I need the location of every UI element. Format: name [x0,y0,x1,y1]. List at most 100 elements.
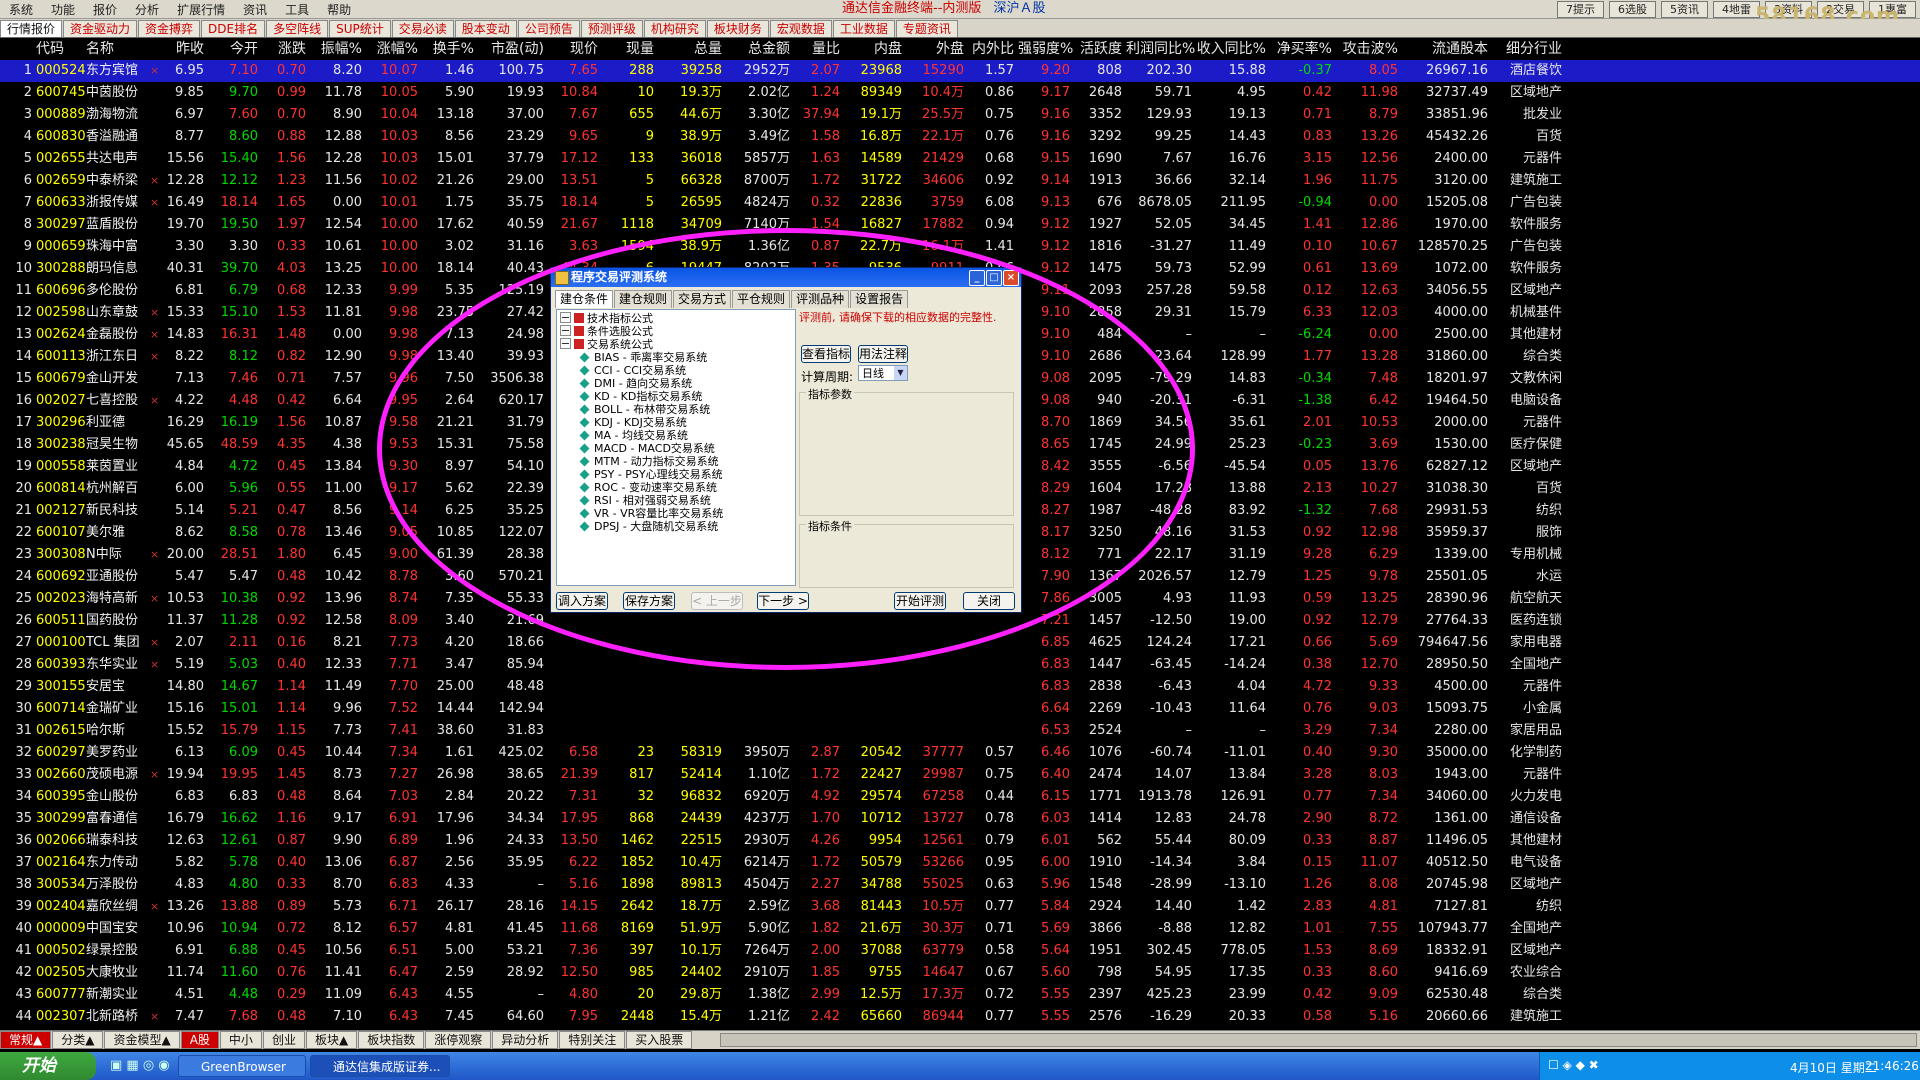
tab-report[interactable]: 设置报告 [850,290,909,308]
col-header-jml[interactable]: 净买率% [1270,38,1336,60]
tab-9[interactable]: 预测评级 [580,20,643,37]
menu-analysis[interactable]: 分析 [126,1,168,18]
close-icon[interactable]: × [1003,270,1019,286]
table-row[interactable]: 29 300155 安居宝 14.80 14.67 1.14 11.49 7.70 25.00 4… [0,676,1920,698]
tab-4[interactable]: 多空阵线 [266,20,329,37]
collapse-icon[interactable] [560,338,571,349]
dialog-titlebar[interactable]: 程序交易评测系统 _ □ × [551,268,1021,287]
table-row[interactable]: 9 000659 珠海中富 3.30 3.30 0.33 10.61 10.00 3.02 31.… [0,236,1920,258]
col-header-wp[interactable]: 外盘 [906,38,968,60]
tree-item-1[interactable]: CCI - CCI交易系统 [577,364,686,377]
col-header-lb[interactable]: 量比 [794,38,844,60]
tab-10[interactable]: 机构研究 [643,20,706,37]
maximize-icon[interactable]: □ [986,270,1002,286]
col-header-hyd[interactable]: 活跃度 [1074,38,1126,60]
table-row[interactable]: 6 002659 中泰桥梁 12.28 12.12 1.23 11.56 10.02 21.26… [0,170,1920,192]
table-row[interactable]: 42 002505 大康牧业 11.74 11.60 0.76 11.41 6.47 2.59 2… [0,962,1920,984]
col-header-nwb[interactable]: 内外比 [968,38,1018,60]
start-eval-button[interactable]: 开始评测 [894,592,946,610]
tab-7[interactable]: 股本变动 [454,20,517,37]
bottom-tab-1[interactable]: 分类▲ [52,1031,104,1049]
tree-item-7[interactable]: MACD - MACD交易系统 [577,442,715,455]
bottom-tab-6[interactable]: 板块▲ [305,1031,358,1049]
table-row[interactable]: 4 600830 香溢融通 8.77 8.60 0.88 12.88 10.03 8.56 23.… [0,126,1920,148]
menu-extended[interactable]: 扩展行情 [168,1,234,18]
minimize-icon[interactable]: _ [969,270,985,286]
col-header-lrtb[interactable]: 利润同比% [1126,38,1196,60]
tree-item-13[interactable]: DPSJ - 大盘随机交易系统 [577,520,718,533]
col-header-hy[interactable]: 细分行业 [1492,38,1566,60]
menu-help[interactable]: 帮助 [318,1,360,18]
prev-step-button[interactable]: < 上一步 [691,592,743,610]
tab-12[interactable]: 宏观数据 [769,20,832,37]
tab-5[interactable]: SUP统计 [329,20,391,37]
col-header-gjb[interactable]: 攻击波% [1336,38,1402,60]
table-row[interactable]: 28 600393 东华实业 5.19 5.03 0.40 12.33 7.71 3.47 85.… [0,654,1920,676]
tab-1[interactable]: 资金驱动力 [63,20,138,37]
next-step-button[interactable]: 下一步 > [757,592,809,610]
bottom-tab-4[interactable]: 中小 [219,1031,262,1049]
stock-pick-button[interactable]: 6选股 [1609,1,1656,18]
tree-item-12[interactable]: VR - VR容量比率交易系统 [577,507,723,520]
tree-item-6[interactable]: MA - 均线交易系统 [577,429,688,442]
tree-root-1[interactable]: 条件选股公式 [560,325,653,338]
bottom-tab-0[interactable]: 常规▲ [0,1031,52,1049]
table-row[interactable]: 7 600633 浙报传媒 16.49 18.14 1.65 0.00 10.01 1.75 35… [0,192,1920,214]
collapse-icon[interactable] [560,325,571,336]
col-header-np[interactable]: 内盘 [844,38,906,60]
table-row[interactable]: 3 000889 渤海物流 6.97 7.60 0.70 8.90 10.04 13.18 37.… [0,104,1920,126]
tree-root-2[interactable]: 交易系统公式 [560,338,653,351]
tree-item-0[interactable]: BIAS - 乖离率交易系统 [577,351,707,364]
tree-root-0[interactable]: 技术指标公式 [560,312,653,325]
tree-item-10[interactable]: ROC - 变动速率交易系统 [577,481,717,494]
horizontal-scrollbar[interactable] [720,1033,1917,1047]
menu-quote[interactable]: 报价 [84,1,126,18]
table-row[interactable]: 39 002404 嘉欣丝绸 13.26 13.88 0.89 5.73 6.71 26.17 2… [0,896,1920,918]
table-row[interactable]: 1 000524 东方宾馆 6.95 7.10 0.70 8.20 10.07 1.46 100.… [0,60,1920,82]
col-header-syl[interactable]: 市盈(动) [478,38,548,60]
table-row[interactable]: 26 600511 国药股份 11.37 11.28 0.92 12.58 8.09 3.40 2… [0,610,1920,632]
table-row[interactable]: 38 300534 万泽股份 4.83 4.80 0.33 8.70 6.83 4.33 – 5.1… [0,874,1920,896]
table-row[interactable]: 40 000009 中国宝安 10.96 10.94 0.72 8.12 6.57 4.81 41… [0,918,1920,940]
table-row[interactable]: 30 600714 金瑞矿业 15.16 15.01 1.14 9.96 7.52 14.44 1… [0,698,1920,720]
table-row[interactable]: 31 002615 哈尔斯 15.52 15.79 1.15 7.73 7.41 38.60 31… [0,720,1920,742]
col-header-zfp[interactable]: 涨幅% [366,38,422,60]
bottom-tab-11[interactable]: 买入股票 [626,1031,693,1049]
table-row[interactable]: 5 002655 共达电声 15.56 15.40 1.56 12.28 10.03 15.01… [0,148,1920,170]
tab-11[interactable]: 板块财务 [706,20,769,37]
bottom-tab-9[interactable]: 异动分析 [492,1031,559,1049]
tip-button[interactable]: 7提示 [1557,1,1604,18]
import-plan-button[interactable]: 调入方案 [556,592,608,610]
table-row[interactable]: 41 000502 绿景控股 6.91 6.88 0.45 10.56 6.51 5.00 53.… [0,940,1920,962]
col-header-srtb[interactable]: 收入同比% [1196,38,1270,60]
formula-tree[interactable]: 技术指标公式 条件选股公式 交易系统公式 BIAS - 乖离率交易系统 CCI - CC… [556,309,796,586]
tab-8[interactable]: 公司预告 [517,20,580,37]
col-header-zd[interactable]: 涨跌 [262,38,310,60]
menu-system[interactable]: 系统 [0,1,42,18]
chevron-down-icon[interactable]: ▼ [894,366,907,380]
table-row[interactable]: 37 002164 东力传动 5.82 5.78 0.40 13.06 6.87 2.56 35.… [0,852,1920,874]
view-indicator-button[interactable]: 查看指标 [801,345,851,363]
start-button[interactable]: 开始 [0,1052,96,1080]
tab-6[interactable]: 交易必读 [391,20,454,37]
bottom-tab-7[interactable]: 板块指数 [358,1031,425,1049]
close-button[interactable]: 关闭 [963,592,1015,610]
col-header-ltgb[interactable]: 流通股本 [1402,38,1492,60]
col-header-xl[interactable]: 现量 [602,38,658,60]
task-greenbrowser[interactable]: GreenBrowser [178,1055,306,1077]
menu-info[interactable]: 资讯 [234,1,276,18]
col-header-zf[interactable]: 振幅% [310,38,366,60]
tab-trade-mode[interactable]: 交易方式 [673,290,732,308]
col-header-n[interactable] [0,38,36,60]
table-row[interactable]: 8 300297 蓝盾股份 19.70 19.50 1.97 12.54 10.00 17.62… [0,214,1920,236]
cycle-select[interactable]: 日线 ▼ [858,365,908,381]
task-tongdaxin[interactable]: 通达信集成版证券... [310,1055,450,1077]
tree-item-5[interactable]: KDJ - KDJ交易系统 [577,416,687,429]
col-header-hs[interactable]: 换手% [422,38,478,60]
tab-2[interactable]: 资金搏弈 [138,20,201,37]
table-row[interactable]: 33 002660 茂硕电源 19.94 19.95 1.45 8.73 7.27 26.98 3… [0,764,1920,786]
table-row[interactable]: 2 600745 中茵股份 9.85 9.70 0.99 11.78 10.05 5.90 19.… [0,82,1920,104]
table-row[interactable]: 43 600777 新潮实业 4.51 4.48 0.29 11.09 6.43 4.55 – 4.… [0,984,1920,1006]
save-plan-button[interactable]: 保存方案 [623,592,675,610]
collapse-icon[interactable] [560,312,571,323]
